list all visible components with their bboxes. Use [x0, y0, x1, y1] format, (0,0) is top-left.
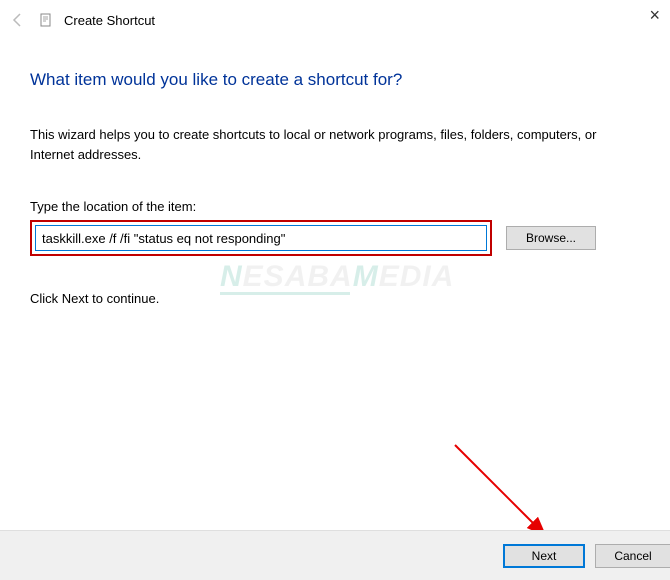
cancel-button[interactable]: Cancel: [595, 544, 670, 568]
shortcut-icon: [38, 12, 54, 28]
titlebar: Create Shortcut: [0, 0, 670, 40]
browse-button[interactable]: Browse...: [506, 226, 596, 250]
back-arrow-icon[interactable]: [8, 10, 28, 30]
next-button[interactable]: Next: [503, 544, 585, 568]
highlight-annotation: [30, 220, 492, 256]
wizard-footer: Next Cancel: [0, 530, 670, 580]
window-title: Create Shortcut: [64, 13, 155, 28]
close-icon[interactable]: ×: [649, 5, 660, 26]
wizard-description: This wizard helps you to create shortcut…: [30, 125, 640, 164]
wizard-content: What item would you like to create a sho…: [0, 40, 670, 306]
location-input[interactable]: [35, 225, 487, 251]
location-label: Type the location of the item:: [30, 199, 640, 214]
continue-instruction: Click Next to continue.: [30, 291, 640, 306]
input-row: Browse...: [30, 220, 640, 256]
page-heading: What item would you like to create a sho…: [30, 70, 640, 90]
